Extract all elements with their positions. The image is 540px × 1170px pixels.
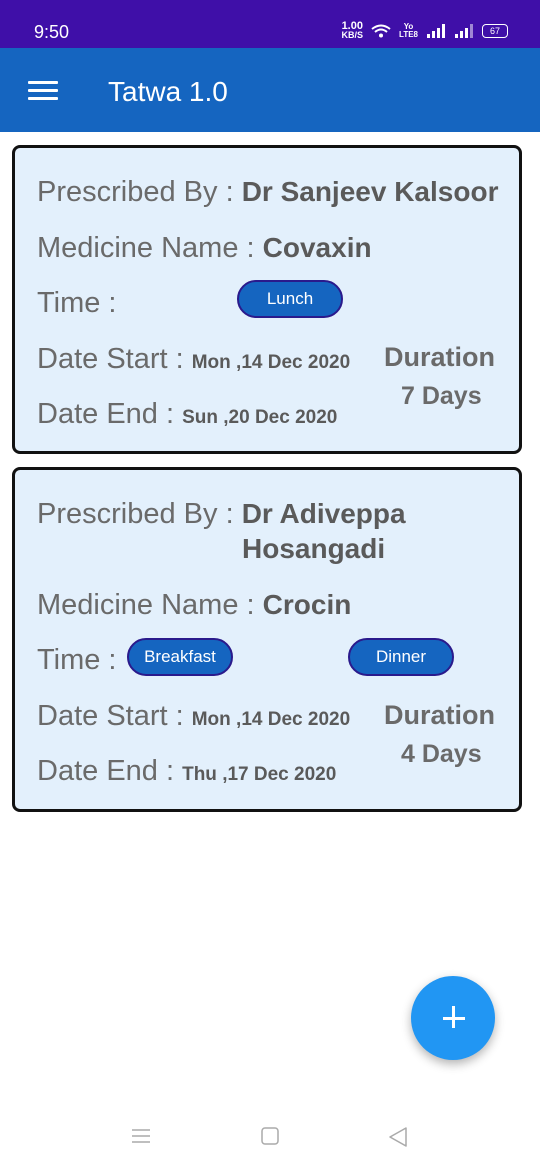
volte-indicator: Yo LTE8 xyxy=(399,23,418,39)
doctor-name-line2-row: Hosangadi xyxy=(242,533,385,566)
date-start-row: Date Start : Mon ,14 Dec 2020 xyxy=(37,700,350,733)
prescribed-by-row: Prescribed By : Dr Sanjeev Kalsoor xyxy=(37,176,498,209)
date-end-label: Date End : xyxy=(37,398,183,430)
date-start-value: Mon ,14 Dec 2020 xyxy=(191,352,351,373)
signal-icon-2 xyxy=(455,24,473,38)
prescription-card[interactable]: Prescribed By : Dr Adiveppa Hosangadi Me… xyxy=(12,467,522,812)
doctor-name-line2: Hosangadi xyxy=(242,533,386,564)
date-start-row: Date Start : Mon ,14 Dec 2020 xyxy=(37,343,350,376)
date-start-label: Date Start : xyxy=(37,700,192,732)
network-speed-unit: KB/S xyxy=(341,30,364,40)
medicine-name: Covaxin xyxy=(262,232,372,263)
prescribed-by-label: Prescribed By : xyxy=(37,498,242,530)
duration-value: 7 Days xyxy=(401,382,482,410)
duration-label: Duration xyxy=(384,700,495,730)
medicine-label: Medicine Name : xyxy=(37,232,263,264)
prescription-card[interactable]: Prescribed By : Dr Sanjeev Kalsoor Medic… xyxy=(12,145,522,454)
prescribed-by-label: Prescribed By : xyxy=(37,176,242,208)
date-start-label: Date Start : xyxy=(37,343,192,375)
volte-bottom: LTE8 xyxy=(399,30,418,39)
prescribed-by-row: Prescribed By : Dr Adiveppa xyxy=(37,498,406,531)
time-label: Time : xyxy=(37,287,117,319)
medicine-row: Medicine Name : Covaxin xyxy=(37,232,372,265)
wifi-icon xyxy=(371,24,391,38)
duration-value: 4 Days xyxy=(401,740,482,768)
date-end-label: Date End : xyxy=(37,755,183,787)
battery-icon: 67 xyxy=(482,24,508,38)
date-end-row: Date End : Sun ,20 Dec 2020 xyxy=(37,398,337,431)
date-end-value: Sun ,20 Dec 2020 xyxy=(182,407,338,428)
hamburger-menu-icon[interactable] xyxy=(28,81,58,101)
app-bar: Tatwa 1.0 xyxy=(0,48,540,132)
doctor-name-line1: Dr Adiveppa xyxy=(241,498,406,529)
back-icon[interactable] xyxy=(388,1126,408,1148)
medicine-name: Crocin xyxy=(262,589,352,620)
network-speed: 1.00 KB/S xyxy=(341,21,364,40)
recents-icon[interactable] xyxy=(131,1126,151,1146)
date-end-value: Thu ,17 Dec 2020 xyxy=(182,764,337,785)
signal-icon xyxy=(427,24,445,38)
time-chip-breakfast[interactable]: Breakfast xyxy=(127,638,233,676)
home-icon[interactable] xyxy=(260,1126,280,1146)
time-label: Time : xyxy=(37,644,117,676)
app-title: Tatwa 1.0 xyxy=(108,76,228,107)
duration-label: Duration xyxy=(384,342,495,372)
time-chip-dinner[interactable]: Dinner xyxy=(348,638,454,676)
status-bar: 9:50 1.00 KB/S Yo LTE8 67 xyxy=(0,0,540,48)
time-chip-lunch[interactable]: Lunch xyxy=(237,280,343,318)
medicine-label: Medicine Name : xyxy=(37,589,263,621)
status-time: 9:50 xyxy=(34,22,70,42)
doctor-name: Dr Sanjeev Kalsoor xyxy=(241,176,499,207)
date-start-value: Mon ,14 Dec 2020 xyxy=(191,709,351,730)
date-end-row: Date End : Thu ,17 Dec 2020 xyxy=(37,755,336,788)
status-icons: 1.00 KB/S Yo LTE8 67 xyxy=(341,21,508,40)
add-prescription-button[interactable] xyxy=(411,976,495,1060)
medicine-row: Medicine Name : Crocin xyxy=(37,589,351,622)
